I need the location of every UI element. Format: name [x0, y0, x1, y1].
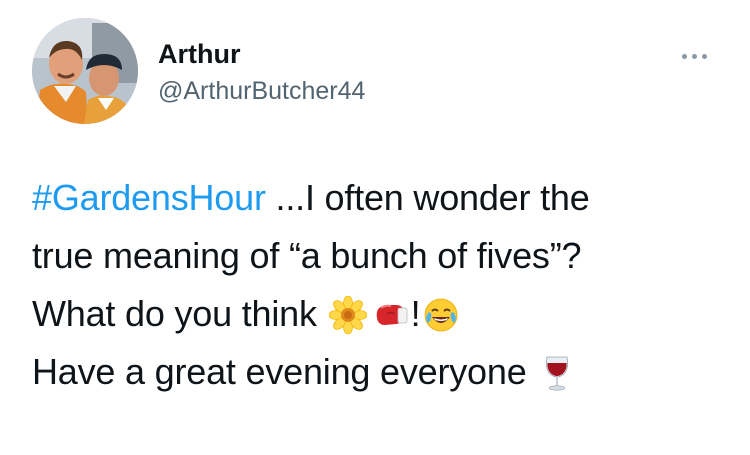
tweet-text-segment: What do you think [32, 293, 327, 334]
tweet-text-segment: Have a great evening everyone [32, 351, 537, 392]
tweet-line-2: true meaning of “a bunch of fives”? [32, 235, 582, 276]
ellipsis-icon[interactable] [672, 44, 716, 68]
sunflower-emoji-icon [328, 296, 367, 334]
tweet-text: #GardensHour ...I often wonder the true … [32, 169, 732, 401]
tweet-line-1: #GardensHour ...I often wonder the [32, 169, 732, 227]
ellipsis-dot [701, 53, 707, 59]
user-handle[interactable]: @ArthurButcher44 [158, 76, 365, 106]
boxing-glove-emoji-icon [371, 296, 409, 334]
user-avatar[interactable] [32, 18, 138, 124]
hashtag-link[interactable]: #GardensHour [32, 177, 266, 218]
ellipsis-dot [691, 53, 697, 59]
wine-glass-emoji-icon [538, 354, 576, 392]
tweet-line-4: Have a great evening everyone [32, 343, 732, 401]
user-display-name[interactable]: Arthur [158, 38, 241, 70]
tweet-line-3: What do you think ! [32, 285, 732, 343]
ellipsis-dot [681, 53, 687, 59]
tweet-card: Arthur @ArthurButcher44 #GardensHour ...… [0, 0, 750, 455]
exclamation-text: ! [410, 293, 421, 334]
tweet-text-segment: ...I often wonder the [265, 177, 590, 218]
face-with-tears-of-joy-emoji-icon [422, 296, 460, 334]
